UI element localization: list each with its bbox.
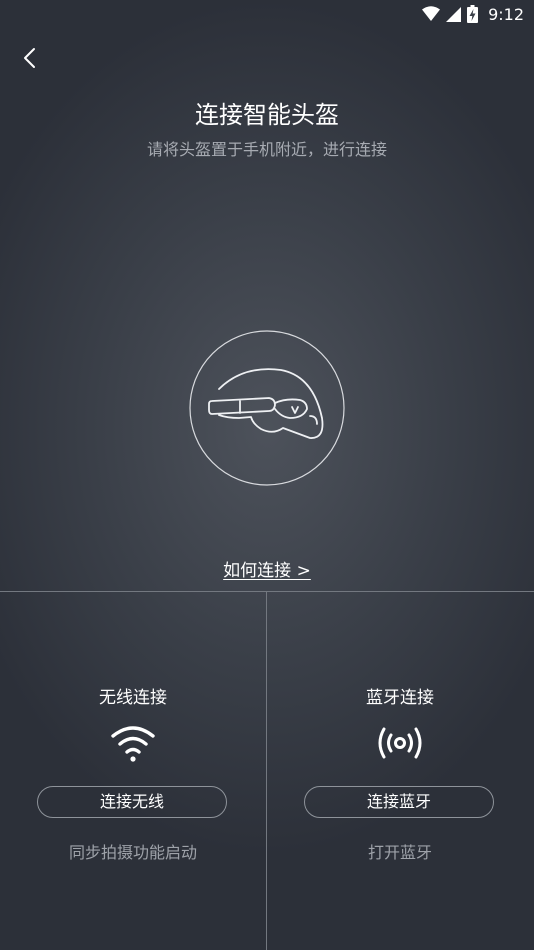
chevron-left-icon [24,48,35,68]
wifi-panel: 无线连接 连接无线 同步拍摄功能启动 [0,592,266,950]
status-time: 9:12 [488,4,524,24]
bluetooth-status-text: 打开蓝牙 [367,843,432,862]
wifi-status-text: 同步拍摄功能启动 [68,843,197,862]
connect-wifi-button[interactable]: 连接无线 [37,786,227,818]
back-button[interactable] [16,44,44,72]
bluetooth-panel-title: 蓝牙连接 [366,688,434,708]
broadcast-icon [378,727,422,759]
bluetooth-panel: 蓝牙连接 连接蓝牙 打开蓝牙 [267,592,533,950]
wifi-panel-title: 无线连接 [99,688,167,708]
connect-bluetooth-button[interactable]: 连接蓝牙 [304,786,494,818]
page-subtitle: 请将头盔置于手机附近，进行连接 [146,140,387,159]
cell-signal-icon [446,6,462,22]
page-title: 连接智能头盔 [195,101,339,129]
battery-charging-icon [467,5,479,23]
wifi-icon [422,6,441,21]
helmet-icon [189,330,345,486]
wifi-icon [111,726,155,762]
status-bar: 9:12 [0,0,534,28]
helmet-illustration [189,330,345,486]
status-icons: 9:12 [422,4,524,24]
how-to-connect-link[interactable]: 如何连接 > [0,556,534,581]
